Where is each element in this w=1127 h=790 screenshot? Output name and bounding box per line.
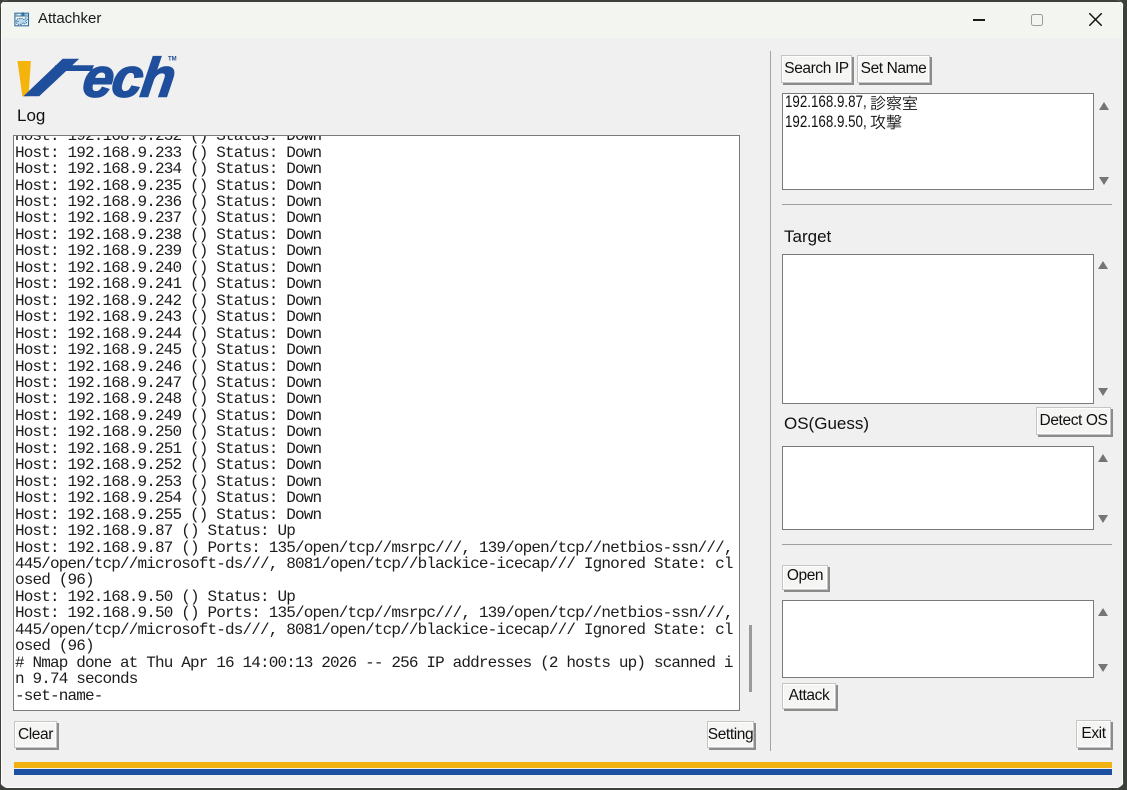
svg-text:TM: TM [168, 57, 177, 63]
svg-text:ech: ech [79, 50, 178, 104]
